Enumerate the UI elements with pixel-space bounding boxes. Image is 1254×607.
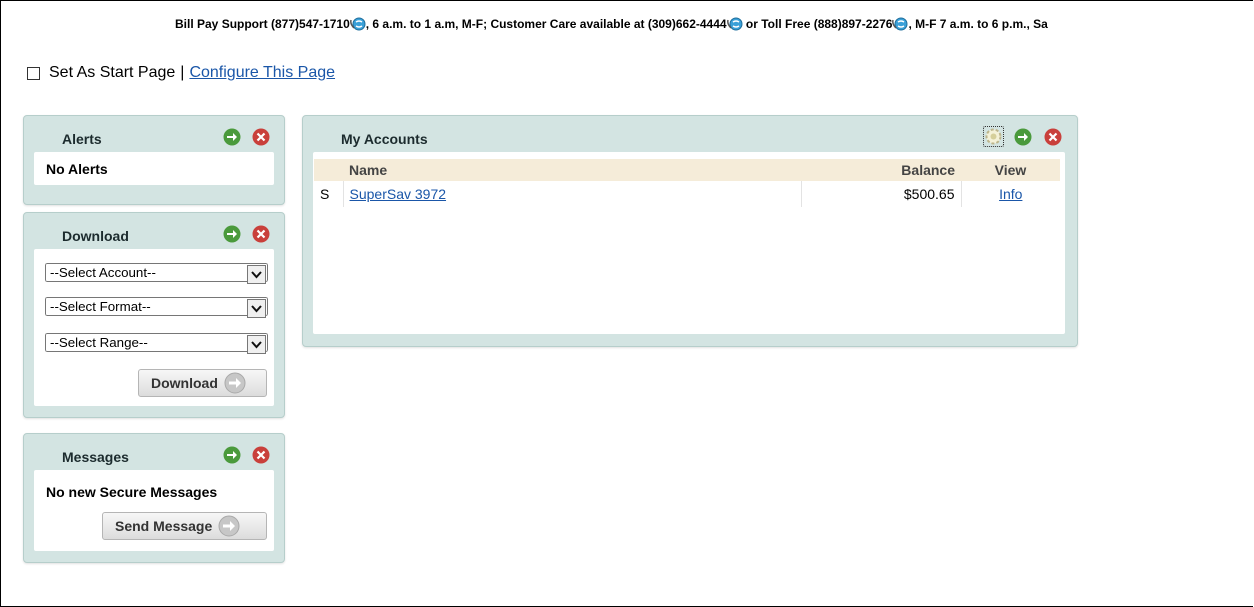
name-column-header: Name <box>343 159 801 181</box>
messages-empty-text: No new Secure Messages <box>46 484 218 500</box>
account-info-link[interactable]: Info <box>999 186 1022 202</box>
phone-icon[interactable] <box>892 17 908 31</box>
download-title: Download <box>62 228 129 244</box>
start-page-row: Set As Start Page | Configure This Page <box>27 64 335 82</box>
toll-free-text: or Toll Free (888)897-2276 <box>742 17 893 31</box>
close-icon[interactable] <box>252 128 270 146</box>
send-message-button[interactable]: Send Message <box>102 512 267 540</box>
account-name-cell: SuperSav 3972 <box>343 181 802 207</box>
go-arrow-icon[interactable] <box>223 446 241 464</box>
accounts-header-row: Name Balance View <box>314 159 1060 181</box>
my-accounts-title: My Accounts <box>341 131 428 147</box>
separator: | <box>180 64 185 81</box>
start-page-checkbox[interactable] <box>27 66 40 80</box>
balance-column-header: Balance <box>801 159 961 181</box>
alerts-title: Alerts <box>62 131 102 147</box>
settings-gear-icon[interactable] <box>983 126 1004 147</box>
go-arrow-icon[interactable] <box>223 225 241 243</box>
close-icon[interactable] <box>252 225 270 243</box>
format-select[interactable]: --Select Format-- <box>45 297 268 316</box>
download-button[interactable]: Download <box>138 369 267 397</box>
table-row: S SuperSav 3972 $500.65 Info <box>314 181 1060 207</box>
account-balance-cell: $500.65 <box>801 181 962 207</box>
go-arrow-icon[interactable] <box>223 128 241 146</box>
start-page-label: Set As Start Page <box>49 64 176 81</box>
range-select[interactable]: --Select Range-- <box>45 333 268 352</box>
arrow-right-icon <box>218 515 240 537</box>
alerts-empty-text: No Alerts <box>46 161 108 177</box>
phone-icon[interactable] <box>726 17 743 31</box>
close-icon[interactable] <box>1044 128 1062 146</box>
messages-portlet: Messages No new Secure Messages Send Mes… <box>23 433 285 563</box>
account-view-cell: Info <box>961 181 1060 207</box>
bill-pay-support-text: Bill Pay Support (877)547-1710 <box>175 17 350 31</box>
format-select-wrapper: --Select Format-- <box>45 297 268 320</box>
type-column-header <box>314 159 343 181</box>
account-select-wrapper: --Select Account-- <box>45 263 268 286</box>
download-button-label: Download <box>151 375 218 391</box>
close-icon[interactable] <box>252 446 270 464</box>
account-name-link[interactable]: SuperSav 3972 <box>350 186 447 202</box>
phone-icon[interactable] <box>349 17 366 31</box>
arrow-right-icon <box>224 372 246 394</box>
account-select[interactable]: --Select Account-- <box>45 263 268 282</box>
send-message-label: Send Message <box>115 518 213 534</box>
hours-text: , M-F 7 a.m. to 6 p.m., Sa <box>908 17 1048 31</box>
customer-care-text: , 6 a.m. to 1 a.m, M-F; Customer Care av… <box>365 17 727 31</box>
configure-page-link[interactable]: Configure This Page <box>189 64 335 82</box>
accounts-table: Name Balance View S SuperSav 3972 $500.6… <box>314 159 1060 207</box>
support-info-bar: Bill Pay Support (877)547-1710 , 6 a.m. t… <box>175 17 1048 31</box>
download-portlet: Download --Select Account-- --Select For… <box>23 212 285 418</box>
messages-title: Messages <box>62 449 129 465</box>
range-select-wrapper: --Select Range-- <box>45 333 268 356</box>
view-column-header: View <box>961 159 1060 181</box>
account-type-cell: S <box>314 181 344 207</box>
go-arrow-icon[interactable] <box>1014 128 1032 146</box>
alerts-portlet: Alerts No Alerts <box>23 115 285 205</box>
my-accounts-portlet: My Accounts Name Balance View S SuperSav… <box>302 115 1078 347</box>
